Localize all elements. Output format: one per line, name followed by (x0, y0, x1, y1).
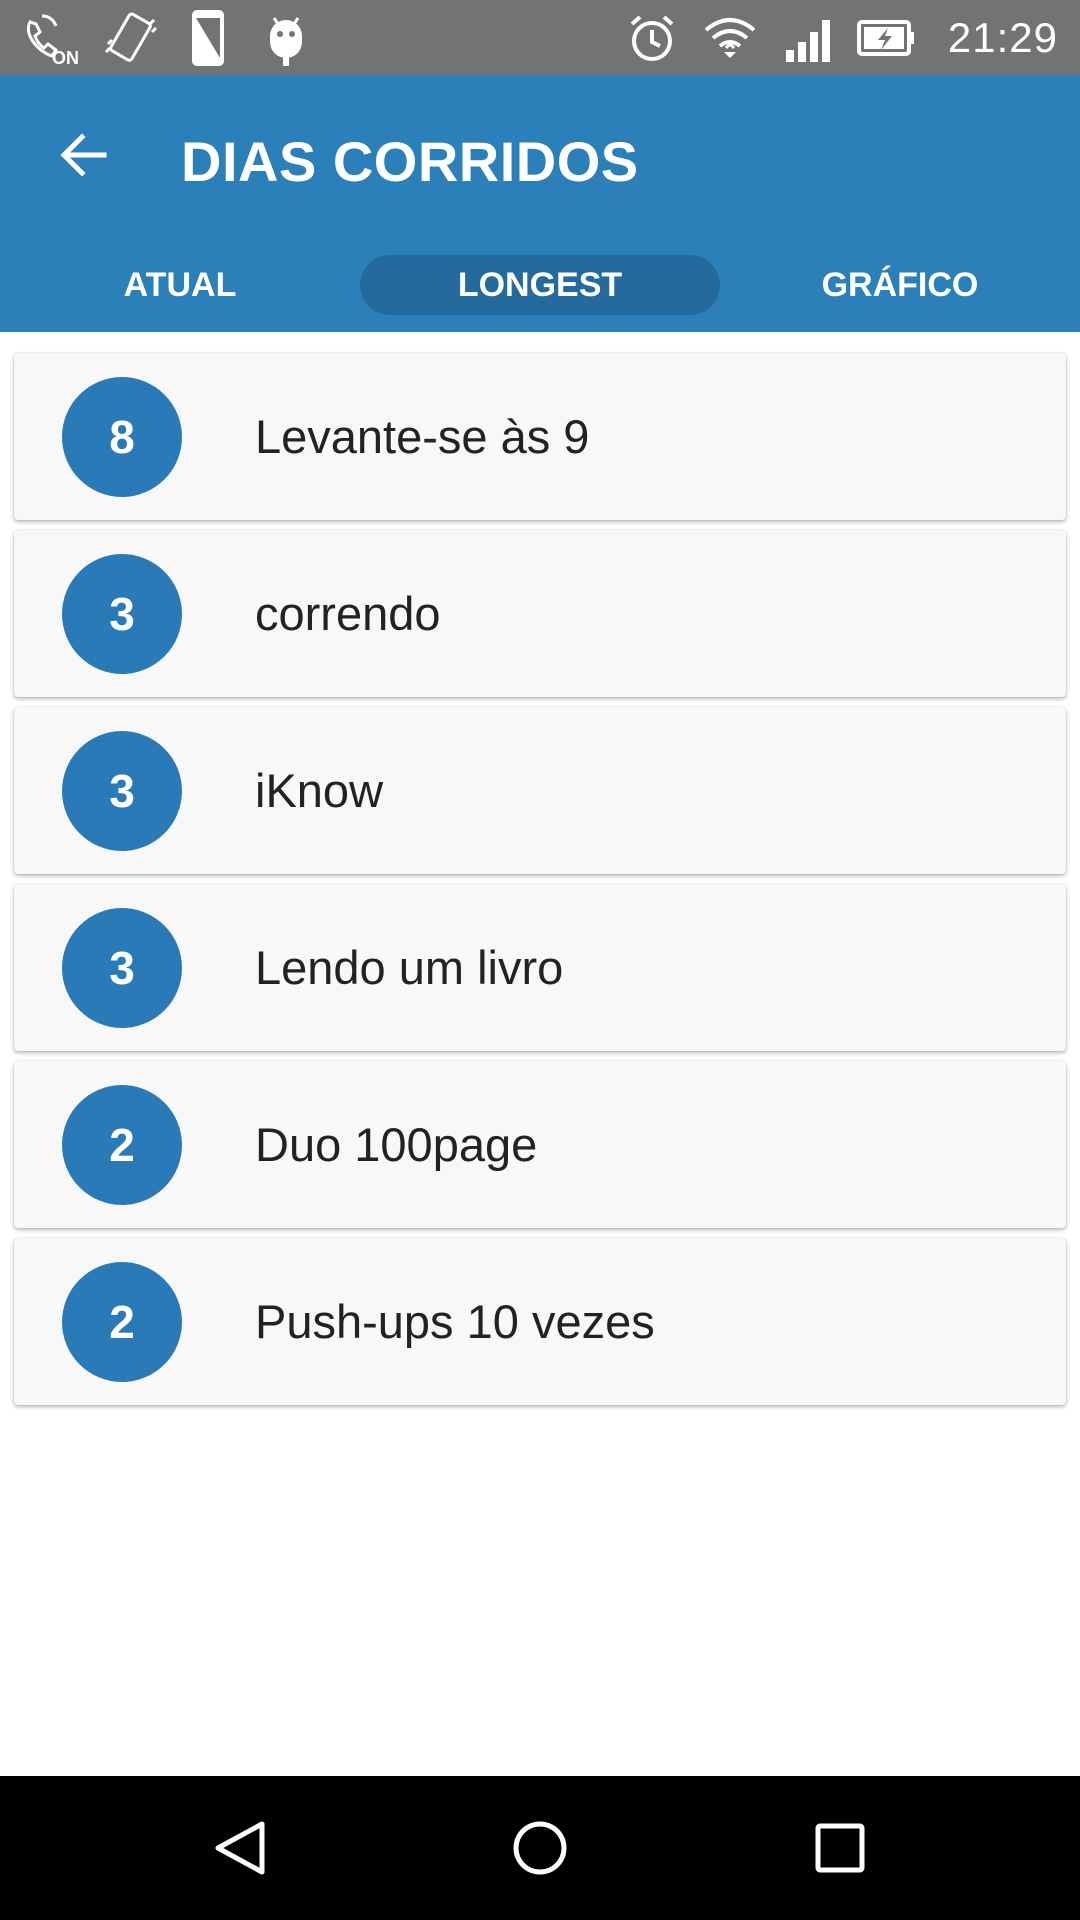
habit-name: correndo (255, 587, 441, 640)
status-bar-system: 21:29 (622, 6, 1058, 70)
tab-bar: ATUAL LONGEST GRÁFICO (0, 255, 1080, 332)
habit-name: Levante-se às 9 (255, 410, 590, 463)
streak-item[interactable]: 2 Push-ups 10 vezes (14, 1238, 1066, 1405)
svg-text:ON: ON (52, 48, 79, 68)
nav-recents-icon (815, 1823, 865, 1873)
streak-item[interactable]: 3 Lendo um livro (14, 884, 1066, 1051)
page-title: DIAS CORRIDOS (181, 130, 639, 193)
vibrate-icon (104, 12, 158, 62)
tab-longest[interactable]: LONGEST (360, 255, 720, 315)
habit-name: iKnow (255, 764, 384, 817)
status-bar-notifications: ON (22, 6, 316, 70)
nav-back-button[interactable] (190, 1798, 290, 1898)
clock: 21:29 (947, 14, 1058, 61)
wifi-icon (704, 18, 756, 58)
streak-count-badge: 2 (62, 1262, 182, 1382)
streak-list: 8 Levante-se às 9 3 correndo 3 iKnow 3 L… (14, 353, 1066, 1415)
app-bar: DIAS CORRIDOS ATUAL LONGEST GRÁFICO (0, 75, 1080, 332)
navigation-bar (0, 1776, 1080, 1920)
screenshot-icon (192, 10, 224, 66)
nav-home-icon (513, 1821, 567, 1875)
habit-name: Push-ups 10 vezes (255, 1295, 655, 1348)
tab-grafico[interactable]: GRÁFICO (720, 255, 1080, 315)
streak-count-badge: 2 (62, 1085, 182, 1205)
streak-item[interactable]: 3 correndo (14, 530, 1066, 697)
tab-atual[interactable]: ATUAL (0, 255, 360, 315)
nav-recents-button[interactable] (790, 1798, 890, 1898)
back-button[interactable] (44, 115, 124, 195)
battery-charging-icon (856, 20, 914, 56)
nav-back-icon (215, 1821, 265, 1875)
volte-on-icon: ON (26, 14, 79, 68)
signal-icon (785, 20, 830, 62)
streak-count-badge: 3 (62, 731, 182, 851)
streak-count-badge: 3 (62, 908, 182, 1028)
android-debug-icon (270, 17, 302, 66)
arrow-back-icon (60, 133, 107, 177)
streak-item[interactable]: 3 iKnow (14, 707, 1066, 874)
streak-count-badge: 3 (62, 554, 182, 674)
alarm-icon (630, 15, 674, 61)
status-bar: ON 21:29 (0, 0, 1080, 75)
streak-item[interactable]: 8 Levante-se às 9 (14, 353, 1066, 520)
habit-name: Duo 100page (255, 1118, 538, 1171)
nav-home-button[interactable] (490, 1798, 590, 1898)
habit-name: Lendo um livro (255, 941, 564, 994)
streak-item[interactable]: 2 Duo 100page (14, 1061, 1066, 1228)
streak-count-badge: 8 (62, 377, 182, 497)
